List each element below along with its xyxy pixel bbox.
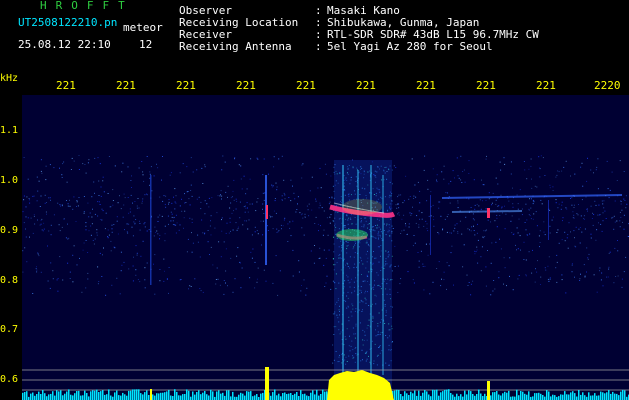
y-tick-0-8: 0.8 — [0, 275, 19, 286]
antenna-label: Receiving Antenna — [179, 40, 292, 53]
spectrogram-plot — [22, 95, 629, 400]
x-tick-7: 221 — [416, 79, 436, 92]
y-tick-0-6: 0.6 — [0, 374, 19, 385]
y-tick-0-7: 0.7 — [0, 324, 19, 335]
x-tick-9: 221 — [536, 79, 556, 92]
antenna-value: 5el Yagi Az 280 for Seoul — [327, 40, 493, 53]
plot-background — [22, 95, 629, 400]
hrofft-screen: HROFFT UT2508122210.pn meteor 25.08.12 2… — [0, 0, 629, 400]
x-tick-6: 221 — [356, 79, 376, 92]
y-tick-0-9: 0.9 — [0, 225, 19, 236]
x-tick-1: 221 — [56, 79, 76, 92]
y-tick-1-0: 1.0 — [0, 175, 19, 186]
x-tick-8: 221 — [476, 79, 496, 92]
y-axis-unit: kHz — [0, 73, 19, 84]
x-tick-10: 2220 — [594, 79, 621, 92]
file-type: meteor — [123, 21, 163, 34]
x-tick-2: 221 — [116, 79, 136, 92]
date-time: 25.08.12 22:10 — [18, 38, 111, 51]
file-name: UT2508122210.pn — [18, 16, 118, 29]
x-tick-4: 221 — [236, 79, 256, 92]
y-tick-1-1: 1.1 — [0, 125, 19, 136]
antenna-colon: : — [315, 40, 322, 53]
x-tick-3: 221 — [176, 79, 196, 92]
x-tick-5: 221 — [296, 79, 316, 92]
app-title: HROFFT — [40, 0, 134, 12]
event-count: 12 — [139, 38, 153, 51]
